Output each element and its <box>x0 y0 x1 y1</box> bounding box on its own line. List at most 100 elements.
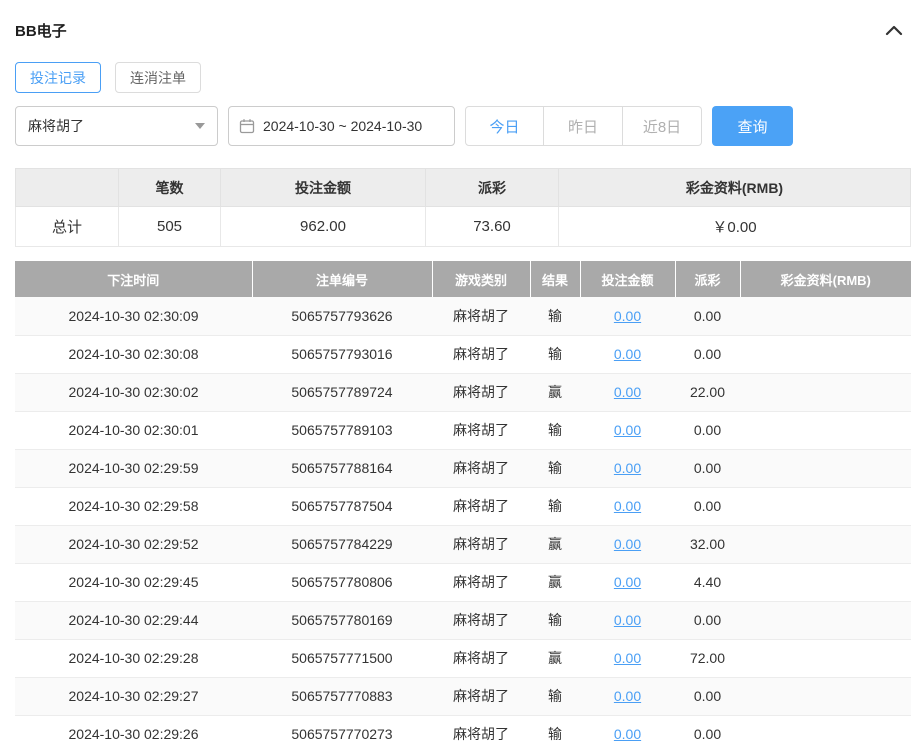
cell-bet-time: 2024-10-30 02:30:09 <box>15 297 252 336</box>
cell-game-type: 麻将胡了 <box>432 639 530 678</box>
cell-payout: 0.00 <box>675 715 740 750</box>
tab-cascade-orders[interactable]: 连消注单 <box>115 62 201 93</box>
cell-bet-amount: 0.00 <box>580 715 675 750</box>
cell-game-type: 麻将胡了 <box>432 563 530 602</box>
cell-bet-time: 2024-10-30 02:29:26 <box>15 715 252 750</box>
table-row: 2024-10-30 02:29:58 5065757787504 麻将胡了输 0.0… <box>15 487 911 526</box>
table-row: 2024-10-30 02:29:45 5065757780806 麻将胡了赢 0.0… <box>15 563 911 602</box>
bet-amount-link[interactable]: 0.00 <box>614 536 641 552</box>
table-row: 2024-10-30 02:30:08 5065757793016 麻将胡了输 0.0… <box>15 335 911 374</box>
search-button[interactable]: 查询 <box>712 106 793 146</box>
cell-order-id: 5065757770273 <box>252 715 432 750</box>
quick-button-yesterday[interactable]: 昨日 <box>544 106 623 146</box>
cell-result: 输 <box>530 335 580 374</box>
cell-bet-time: 2024-10-30 02:29:45 <box>15 563 252 602</box>
cell-payout: 0.00 <box>675 487 740 526</box>
cell-payout: 32.00 <box>675 525 740 564</box>
panel-header: BB电子 <box>15 0 911 44</box>
cell-bet-amount: 0.00 <box>580 525 675 564</box>
table-row: 2024-10-30 02:29:26 5065757770273 麻将胡了输 0.0… <box>15 715 911 750</box>
cell-bet-time: 2024-10-30 02:29:59 <box>15 449 252 488</box>
table-row: 2024-10-30 02:29:59 5065757788164 麻将胡了输 0.0… <box>15 449 911 488</box>
cell-bet-amount: 0.00 <box>580 449 675 488</box>
cell-bet-time: 2024-10-30 02:29:27 <box>15 677 252 716</box>
header-order-id: 注单编号 <box>252 261 433 297</box>
quick-button-today[interactable]: 今日 <box>465 106 544 146</box>
summary-table: 笔数 投注金额 派彩 彩金资料(RMB) 总计 505 962.00 73.60… <box>15 168 911 247</box>
bet-amount-link[interactable]: 0.00 <box>614 726 641 742</box>
cell-game-type: 麻将胡了 <box>432 715 530 750</box>
summary-total-row: 总计 505 962.00 73.60 ￥0.00 <box>15 206 911 247</box>
cell-order-id: 5065757784229 <box>252 525 432 564</box>
cell-result: 输 <box>530 487 580 526</box>
cell-result: 赢 <box>530 373 580 412</box>
calendar-icon <box>239 119 255 134</box>
cell-bet-time: 2024-10-30 02:29:58 <box>15 487 252 526</box>
chevron-up-icon <box>885 25 903 36</box>
quick-date-buttons: 今日 昨日 近8日 <box>465 106 702 146</box>
cell-payout: 4.40 <box>675 563 740 602</box>
cell-result: 输 <box>530 411 580 450</box>
cell-game-type: 麻将胡了 <box>432 335 530 374</box>
header-bet-amount: 投注金额 <box>580 261 676 297</box>
cell-bet-time: 2024-10-30 02:30:08 <box>15 335 252 374</box>
summary-header-bet-amount: 投注金额 <box>220 168 426 207</box>
table-row: 2024-10-30 02:29:52 5065757784229 麻将胡了赢 0.0… <box>15 525 911 564</box>
cell-bonus <box>740 335 911 374</box>
bet-amount-link[interactable]: 0.00 <box>614 498 641 514</box>
cell-bet-amount: 0.00 <box>580 677 675 716</box>
cell-bonus <box>740 449 911 488</box>
collapse-panel-button[interactable] <box>885 24 911 36</box>
cell-bonus <box>740 373 911 412</box>
table-row: 2024-10-30 02:29:27 5065757770883 麻将胡了输 0.0… <box>15 677 911 716</box>
records-header-row: 下注时间 注单编号 游戏类别 结果 投注金额 派彩 彩金资料(RMB) <box>15 261 911 297</box>
cell-bet-amount: 0.00 <box>580 411 675 450</box>
summary-total-label: 总计 <box>15 206 119 247</box>
date-range-picker[interactable]: 2024-10-30 ~ 2024-10-30 <box>228 106 455 146</box>
date-range-value: 2024-10-30 ~ 2024-10-30 <box>263 118 423 134</box>
bet-amount-link[interactable]: 0.00 <box>614 612 641 628</box>
table-row: 2024-10-30 02:29:28 5065757771500 麻将胡了赢 0.0… <box>15 639 911 678</box>
chevron-down-icon <box>195 123 205 129</box>
bet-amount-link[interactable]: 0.00 <box>614 384 641 400</box>
cell-bet-amount: 0.00 <box>580 563 675 602</box>
bet-record-panel: BB电子 投注记录 连消注单 麻将胡了 2024-10-30 ~ 2024-10… <box>0 0 915 750</box>
summary-header-row: 笔数 投注金额 派彩 彩金资料(RMB) <box>15 168 911 207</box>
cell-bonus <box>740 411 911 450</box>
header-payout: 派彩 <box>675 261 741 297</box>
cell-bet-time: 2024-10-30 02:29:52 <box>15 525 252 564</box>
cell-payout: 22.00 <box>675 373 740 412</box>
cell-game-type: 麻将胡了 <box>432 677 530 716</box>
bet-amount-link[interactable]: 0.00 <box>614 460 641 476</box>
game-type-select[interactable]: 麻将胡了 <box>15 106 218 146</box>
quick-button-last8days[interactable]: 近8日 <box>623 106 702 146</box>
cell-result: 输 <box>530 601 580 640</box>
page-title: BB电子 <box>15 22 67 40</box>
tab-bet-records[interactable]: 投注记录 <box>15 62 101 93</box>
bet-amount-link[interactable]: 0.00 <box>614 688 641 704</box>
summary-total-count: 505 <box>118 206 221 247</box>
cell-payout: 0.00 <box>675 335 740 374</box>
summary-total-bonus: ￥0.00 <box>558 206 911 247</box>
bet-amount-link[interactable]: 0.00 <box>614 574 641 590</box>
cell-game-type: 麻将胡了 <box>432 449 530 488</box>
cell-bet-amount: 0.00 <box>580 601 675 640</box>
cell-bet-time: 2024-10-30 02:29:28 <box>15 639 252 678</box>
summary-header-bonus: 彩金资料(RMB) <box>558 168 911 207</box>
cell-bonus <box>740 677 911 716</box>
bet-amount-link[interactable]: 0.00 <box>614 308 641 324</box>
filter-bar: 麻将胡了 2024-10-30 ~ 2024-10-30 今日 昨日 近8日 查… <box>15 106 911 146</box>
cell-bonus <box>740 563 911 602</box>
cell-result: 输 <box>530 677 580 716</box>
cell-bet-amount: 0.00 <box>580 297 675 336</box>
cell-order-id: 5065757793016 <box>252 335 432 374</box>
cell-bet-time: 2024-10-30 02:30:01 <box>15 411 252 450</box>
bet-amount-link[interactable]: 0.00 <box>614 650 641 666</box>
cell-bonus <box>740 639 911 678</box>
header-bonus: 彩金资料(RMB) <box>740 261 911 297</box>
bet-amount-link[interactable]: 0.00 <box>614 346 641 362</box>
header-bet-time: 下注时间 <box>15 261 253 297</box>
cell-bonus <box>740 297 911 336</box>
bet-amount-link[interactable]: 0.00 <box>614 422 641 438</box>
cell-payout: 0.00 <box>675 449 740 488</box>
